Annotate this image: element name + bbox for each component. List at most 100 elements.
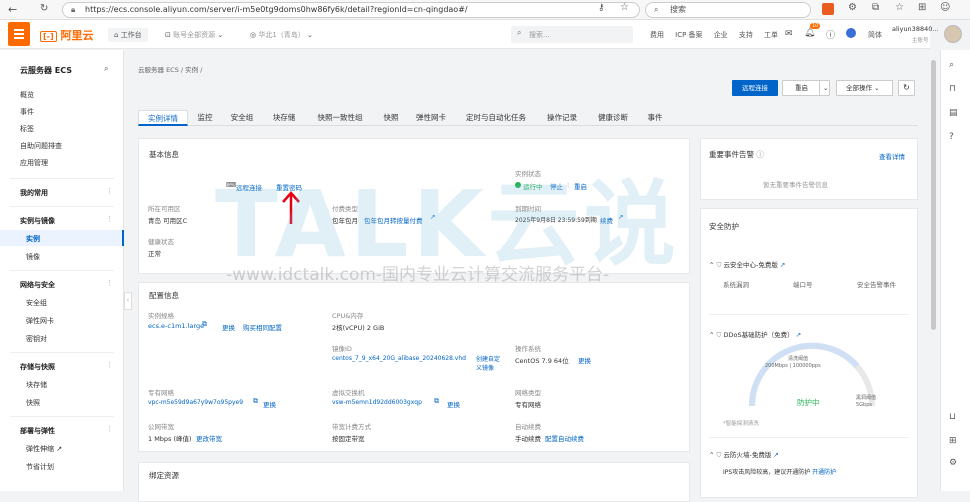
account-selector[interactable]: ⊡ 账号全部资源 ⌄ — [165, 30, 223, 40]
vpc-value[interactable]: vpc-m5e59d9a67y9w7o95pye9 — [148, 399, 243, 406]
security-center-header[interactable]: ⌃ ⛉ 云安全中心-免费版 ↗ — [709, 259, 785, 270]
console-search[interactable]: ⌕ 搜索... — [511, 26, 633, 43]
aliyun-logo[interactable]: [-] 阿里云 — [40, 27, 93, 43]
copy-icon[interactable]: ⧉ — [434, 397, 439, 406]
sidebar-group-favorites[interactable]: 我的常用 — [20, 188, 48, 198]
events-view-link[interactable]: 查看详情 — [879, 151, 905, 161]
collections-icon[interactable]: ⊞ — [918, 2, 926, 13]
sidebar-item-apps[interactable]: 应用管理 — [20, 158, 48, 168]
avatar[interactable] — [944, 25, 962, 43]
nav-enterprise[interactable]: 企业 — [714, 31, 728, 39]
puzzle-icon[interactable]: ⧉ — [872, 2, 879, 13]
all-actions-button[interactable]: 全部操作 ⌄ — [836, 80, 893, 96]
autorenew-config-link[interactable]: 配置自动续费 — [545, 433, 584, 443]
nav-ticket[interactable]: 工单 — [764, 31, 778, 39]
sidebar-item-eni[interactable]: 弹性网卡 — [26, 316, 54, 326]
breadcrumb[interactable]: 云服务器 ECS / 实例 / — [138, 64, 202, 74]
sidebar-item-events[interactable]: 事件 — [20, 107, 34, 117]
favorites-icon[interactable]: ☆ — [895, 2, 904, 13]
refresh-button[interactable]: ↻ — [898, 80, 915, 96]
profile-icon[interactable]: ☺ — [940, 2, 950, 13]
more-icon[interactable]: ⋮ — [106, 425, 113, 433]
search-icon[interactable]: ⌕ — [104, 64, 108, 74]
back-icon[interactable]: ← — [8, 3, 17, 16]
more-icon[interactable]: ⋮ — [106, 279, 113, 287]
sidebar-item-autoscaling[interactable]: 弹性伸缩 ↗ — [26, 444, 62, 454]
nav-fees[interactable]: 费用 — [650, 31, 664, 39]
settings-icon[interactable]: ⚙ — [848, 2, 857, 13]
spec-buy-link[interactable]: 购买相同配置 — [243, 322, 282, 332]
grid-icon[interactable]: ⊞ — [949, 436, 957, 446]
nav-support[interactable]: 支持 — [739, 31, 753, 39]
restart-label: 重启 — [795, 84, 808, 92]
shop-icon[interactable]: ⊔ — [949, 412, 956, 422]
sidebar-item-disk[interactable]: 块存储 — [26, 380, 47, 390]
star-icon[interactable]: ☆ — [620, 2, 629, 13]
workbench-link[interactable]: ⌂ 工作台 — [108, 28, 148, 42]
help-icon[interactable]: ? — [949, 132, 954, 142]
create-image-link[interactable]: 创建自定义镜像 — [476, 355, 504, 373]
doc-icon[interactable]: ▤ — [949, 108, 958, 118]
renew-link[interactable]: 续费 — [600, 215, 613, 225]
header-nav: 费用 ICP 备案 企业 支持 工单 — [650, 30, 778, 40]
earth-icon[interactable] — [846, 28, 856, 38]
help-icon[interactable]: ⓘ — [756, 150, 764, 159]
spec-change-link[interactable]: 更换 — [222, 322, 235, 332]
more-icon[interactable]: ⋮ — [106, 361, 113, 369]
scrollbar[interactable] — [931, 60, 936, 330]
sidebar-collapse-handle[interactable]: ‹ — [124, 292, 132, 310]
address-bar[interactable]: 🔒︎ https://ecs.console.aliyun.com/server… — [62, 2, 640, 18]
browser-search[interactable]: ⌕ 搜索 — [645, 2, 811, 18]
sidebar-item-savings[interactable]: 节省计划 — [26, 462, 54, 472]
sidebar-item-tags[interactable]: 标签 — [20, 124, 34, 134]
remote-connect-link[interactable]: 远程连接 — [236, 182, 262, 192]
cpu-label: CPU&内存 — [332, 312, 364, 320]
sidebar-group-storage[interactable]: 存储与快照 — [20, 362, 55, 372]
os-change-link[interactable]: 更换 — [578, 355, 591, 365]
nav-icp[interactable]: ICP 备案 — [675, 31, 702, 39]
mail-icon[interactable]: ✉ — [785, 29, 793, 39]
sidebar-item-overview[interactable]: 概览 — [20, 90, 34, 100]
menu-icon[interactable] — [8, 22, 30, 46]
user-name[interactable]: aliyun38840... — [892, 25, 939, 33]
gear-icon[interactable]: ⚙ — [949, 458, 957, 468]
bandwidth-change-link[interactable]: 更改带宽 — [196, 433, 222, 443]
ddos-header[interactable]: ⌃ ⛉ DDoS基础防护（免费） ↗ — [709, 329, 801, 340]
stop-link[interactable]: 停止 — [550, 181, 563, 191]
image-value[interactable]: centos_7_9_x64_20G_alibase_20240628.vhd — [332, 355, 466, 362]
sidebar-item-secgroup[interactable]: 安全组 — [26, 298, 47, 308]
firewall-open-link[interactable]: 开通防护 — [812, 469, 836, 476]
extension-icon[interactable] — [822, 3, 834, 15]
reload-icon[interactable]: ↻ — [40, 3, 48, 14]
sidebar-item-instance[interactable]: 实例 — [26, 234, 40, 244]
sidebar-item-keypair[interactable]: 密钥对 — [26, 334, 47, 344]
sidebar-group-deploy[interactable]: 部署与弹性 — [20, 426, 55, 436]
region-selector[interactable]: ◎ 华北1（青岛） ⌄ — [250, 30, 313, 40]
restart-button[interactable]: 重启 ⌄ — [782, 80, 830, 96]
bind-resources-card: 绑定资源 — [138, 462, 690, 502]
lang-selector[interactable]: 简体 — [868, 30, 882, 40]
pay-convert-link[interactable]: 包年包月转按量付费 — [364, 215, 423, 225]
firewall-header[interactable]: ⌃ ⛉ 云防火墙-免费版 ↗ — [709, 449, 779, 460]
more-icon[interactable]: ⋮ — [106, 187, 113, 195]
search-icon[interactable]: ⌕ — [949, 60, 954, 70]
tab-instance-detail[interactable]: 实例详情 — [138, 110, 188, 126]
sidebar-item-image[interactable]: 镜像 — [26, 252, 40, 262]
bell-icon[interactable]: 🔔︎ — [804, 28, 815, 38]
remote-connect-button[interactable]: 远程连接 — [732, 80, 778, 96]
spec-value[interactable]: ecs.e-c1m1.large — [148, 322, 204, 330]
cart-icon[interactable]: ⊓ — [949, 84, 956, 94]
vpc-change-link[interactable]: 更换 — [263, 399, 276, 409]
vsw-change-link[interactable]: 更换 — [447, 399, 460, 409]
key-icon[interactable]: ⚷ — [598, 3, 605, 13]
vsw-value[interactable]: vsw-m5emn1d92dd6003gxqp — [332, 399, 422, 406]
sidebar-group-instances[interactable]: 实例与镜像 — [20, 216, 55, 226]
sidebar-group-network[interactable]: 网络与安全 — [20, 280, 55, 290]
sidebar-item-troubleshoot[interactable]: 自助问题排查 — [20, 141, 62, 151]
help-icon[interactable]: ⓘ — [826, 28, 835, 41]
copy-icon[interactable]: ⧉ — [253, 397, 258, 406]
restart-link[interactable]: 重启 — [574, 181, 587, 191]
sidebar-item-snapshot[interactable]: 快照 — [26, 398, 40, 408]
copy-icon[interactable]: ⧉ — [202, 320, 207, 329]
more-icon[interactable]: ⋮ — [106, 215, 113, 223]
